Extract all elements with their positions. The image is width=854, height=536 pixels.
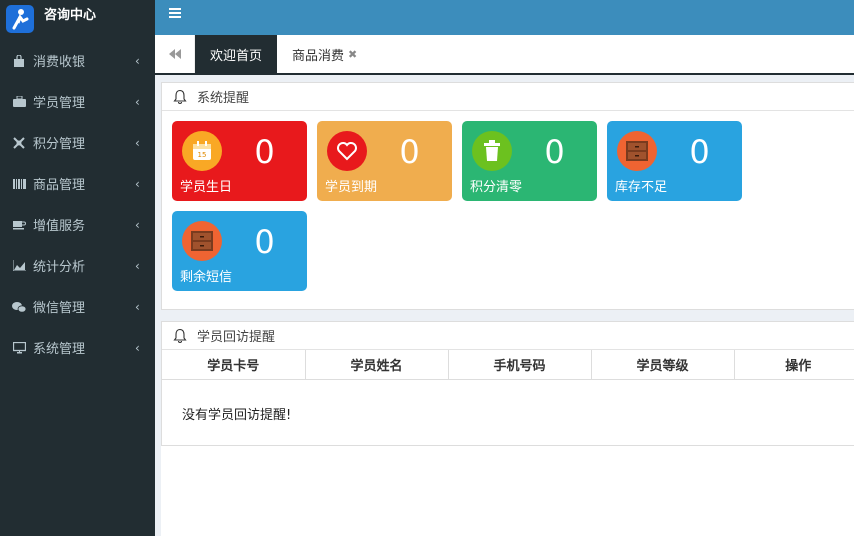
card-value: 0 xyxy=(254,133,275,171)
sidebar-item-label: 系统管理 xyxy=(33,342,86,357)
menu-toggle-icon[interactable] xyxy=(169,8,181,18)
tab-welcome[interactable]: 欢迎首页 xyxy=(195,35,278,73)
sidebar-item-label: 增值服务 xyxy=(33,219,86,234)
chevron-left-icon: ‹ xyxy=(135,258,140,273)
trash-icon xyxy=(472,131,512,171)
tab-bar: 欢迎首页 商品消费 ✖ xyxy=(155,35,854,75)
sidebar-item-statistics[interactable]: 统计分析 ‹ xyxy=(0,245,155,286)
sidebar-item-points[interactable]: 积分管理 ‹ xyxy=(0,122,155,163)
chevron-left-icon: ‹ xyxy=(135,135,140,150)
visit-table: 学员卡号 学员姓名 手机号码 学员等级 操作 xyxy=(162,350,854,380)
panel-title: 系统提醒 xyxy=(197,91,250,106)
chevron-left-icon: ‹ xyxy=(135,340,140,355)
sidebar-item-consume[interactable]: 消费收银 ‹ xyxy=(0,40,155,81)
sidebar-menu: 消费收银 ‹ 学员管理 ‹ 积分管理 ‹ 商品管理 ‹ 增值服务 ‹ 统计分析 … xyxy=(0,40,155,368)
tab-label: 欢迎首页 xyxy=(210,48,263,64)
wechat-icon xyxy=(12,300,26,314)
drawer-icon xyxy=(617,131,657,171)
panel-title: 学员回访提醒 xyxy=(197,330,276,345)
card-value: 0 xyxy=(544,133,565,171)
area-chart-icon xyxy=(12,259,26,273)
tab-product-consume[interactable]: 商品消费 ✖ xyxy=(277,35,372,73)
sidebar-item-services[interactable]: 增值服务 ‹ xyxy=(0,204,155,245)
sidebar-item-wechat[interactable]: 微信管理 ‹ xyxy=(0,286,155,327)
svg-text:15: 15 xyxy=(198,151,207,159)
card-student-expiry[interactable]: 0 学员到期 xyxy=(317,121,452,201)
sidebar-item-students[interactable]: 学员管理 ‹ xyxy=(0,81,155,122)
double-chevron-left-icon xyxy=(168,49,181,59)
tab-scroll-left-button[interactable] xyxy=(155,35,195,73)
empty-message: 没有学员回访提醒! xyxy=(182,407,292,423)
sidebar-item-label: 统计分析 xyxy=(33,260,86,275)
card-stock-low[interactable]: 0 库存不足 xyxy=(607,121,742,201)
content-footer-area xyxy=(161,446,854,536)
calendar-icon: 15 xyxy=(182,131,222,171)
panel-header: 学员回访提醒 xyxy=(162,322,854,350)
panel-header: 系统提醒 xyxy=(162,83,854,111)
column-header[interactable]: 手机号码 xyxy=(448,350,592,380)
sidebar-item-label: 积分管理 xyxy=(33,137,86,152)
card-points-clear[interactable]: 0 积分清零 xyxy=(462,121,597,201)
chevron-left-icon: ‹ xyxy=(135,217,140,232)
visit-reminder-panel: 学员回访提醒 学员卡号 学员姓名 手机号码 学员等级 操作 没有学员回访提醒! xyxy=(161,321,854,446)
card-value: 0 xyxy=(689,133,710,171)
card-label: 剩余短信 xyxy=(180,270,233,285)
column-header[interactable]: 操作 xyxy=(734,350,854,380)
drawer-icon xyxy=(182,221,222,261)
card-value: 0 xyxy=(254,223,275,261)
coffee-icon xyxy=(12,218,26,232)
sidebar-item-label: 消费收银 xyxy=(33,55,86,70)
cog-icon xyxy=(12,136,26,150)
chevron-left-icon: ‹ xyxy=(135,176,140,191)
card-label: 学员生日 xyxy=(180,180,233,195)
top-navbar xyxy=(155,0,854,35)
briefcase-icon xyxy=(12,95,26,109)
bell-icon xyxy=(173,89,187,104)
heart-icon xyxy=(327,131,367,171)
chevron-left-icon: ‹ xyxy=(135,53,140,68)
close-icon[interactable]: ✖ xyxy=(348,48,357,61)
bag-icon xyxy=(12,54,26,68)
card-label: 库存不足 xyxy=(615,180,668,195)
sidebar-item-label: 微信管理 xyxy=(33,301,86,316)
card-label: 学员到期 xyxy=(325,180,378,195)
card-label: 积分清零 xyxy=(470,180,523,195)
bell-icon xyxy=(173,328,187,343)
card-value: 0 xyxy=(399,133,420,171)
system-reminder-panel: 系统提醒 15 0 学员生日 0 学员到期 0 积分清零 0 库存不足 0 剩余… xyxy=(161,82,854,310)
sidebar-item-label: 学员管理 xyxy=(33,96,86,111)
tab-label: 商品消费 xyxy=(292,48,345,64)
chevron-left-icon: ‹ xyxy=(135,299,140,314)
sidebar-item-label: 商品管理 xyxy=(33,178,86,193)
brand: 咨询中心 xyxy=(0,0,155,40)
brand-logo-icon xyxy=(6,5,34,33)
table-header-row: 学员卡号 学员姓名 手机号码 学员等级 操作 xyxy=(162,350,854,380)
brand-title: 咨询中心 xyxy=(44,8,97,23)
card-student-birthday[interactable]: 15 0 学员生日 xyxy=(172,121,307,201)
sidebar: 咨询中心 消费收银 ‹ 学员管理 ‹ 积分管理 ‹ 商品管理 ‹ 增值服务 ‹ xyxy=(0,0,155,536)
column-header[interactable]: 学员卡号 xyxy=(162,350,306,380)
chevron-left-icon: ‹ xyxy=(135,94,140,109)
sidebar-item-system[interactable]: 系统管理 ‹ xyxy=(0,327,155,368)
sidebar-item-products[interactable]: 商品管理 ‹ xyxy=(0,163,155,204)
barcode-icon xyxy=(12,177,26,191)
column-header[interactable]: 学员等级 xyxy=(591,350,735,380)
column-header[interactable]: 学员姓名 xyxy=(305,350,449,380)
desktop-icon xyxy=(12,341,26,355)
card-remaining-sms[interactable]: 0 剩余短信 xyxy=(172,211,307,291)
